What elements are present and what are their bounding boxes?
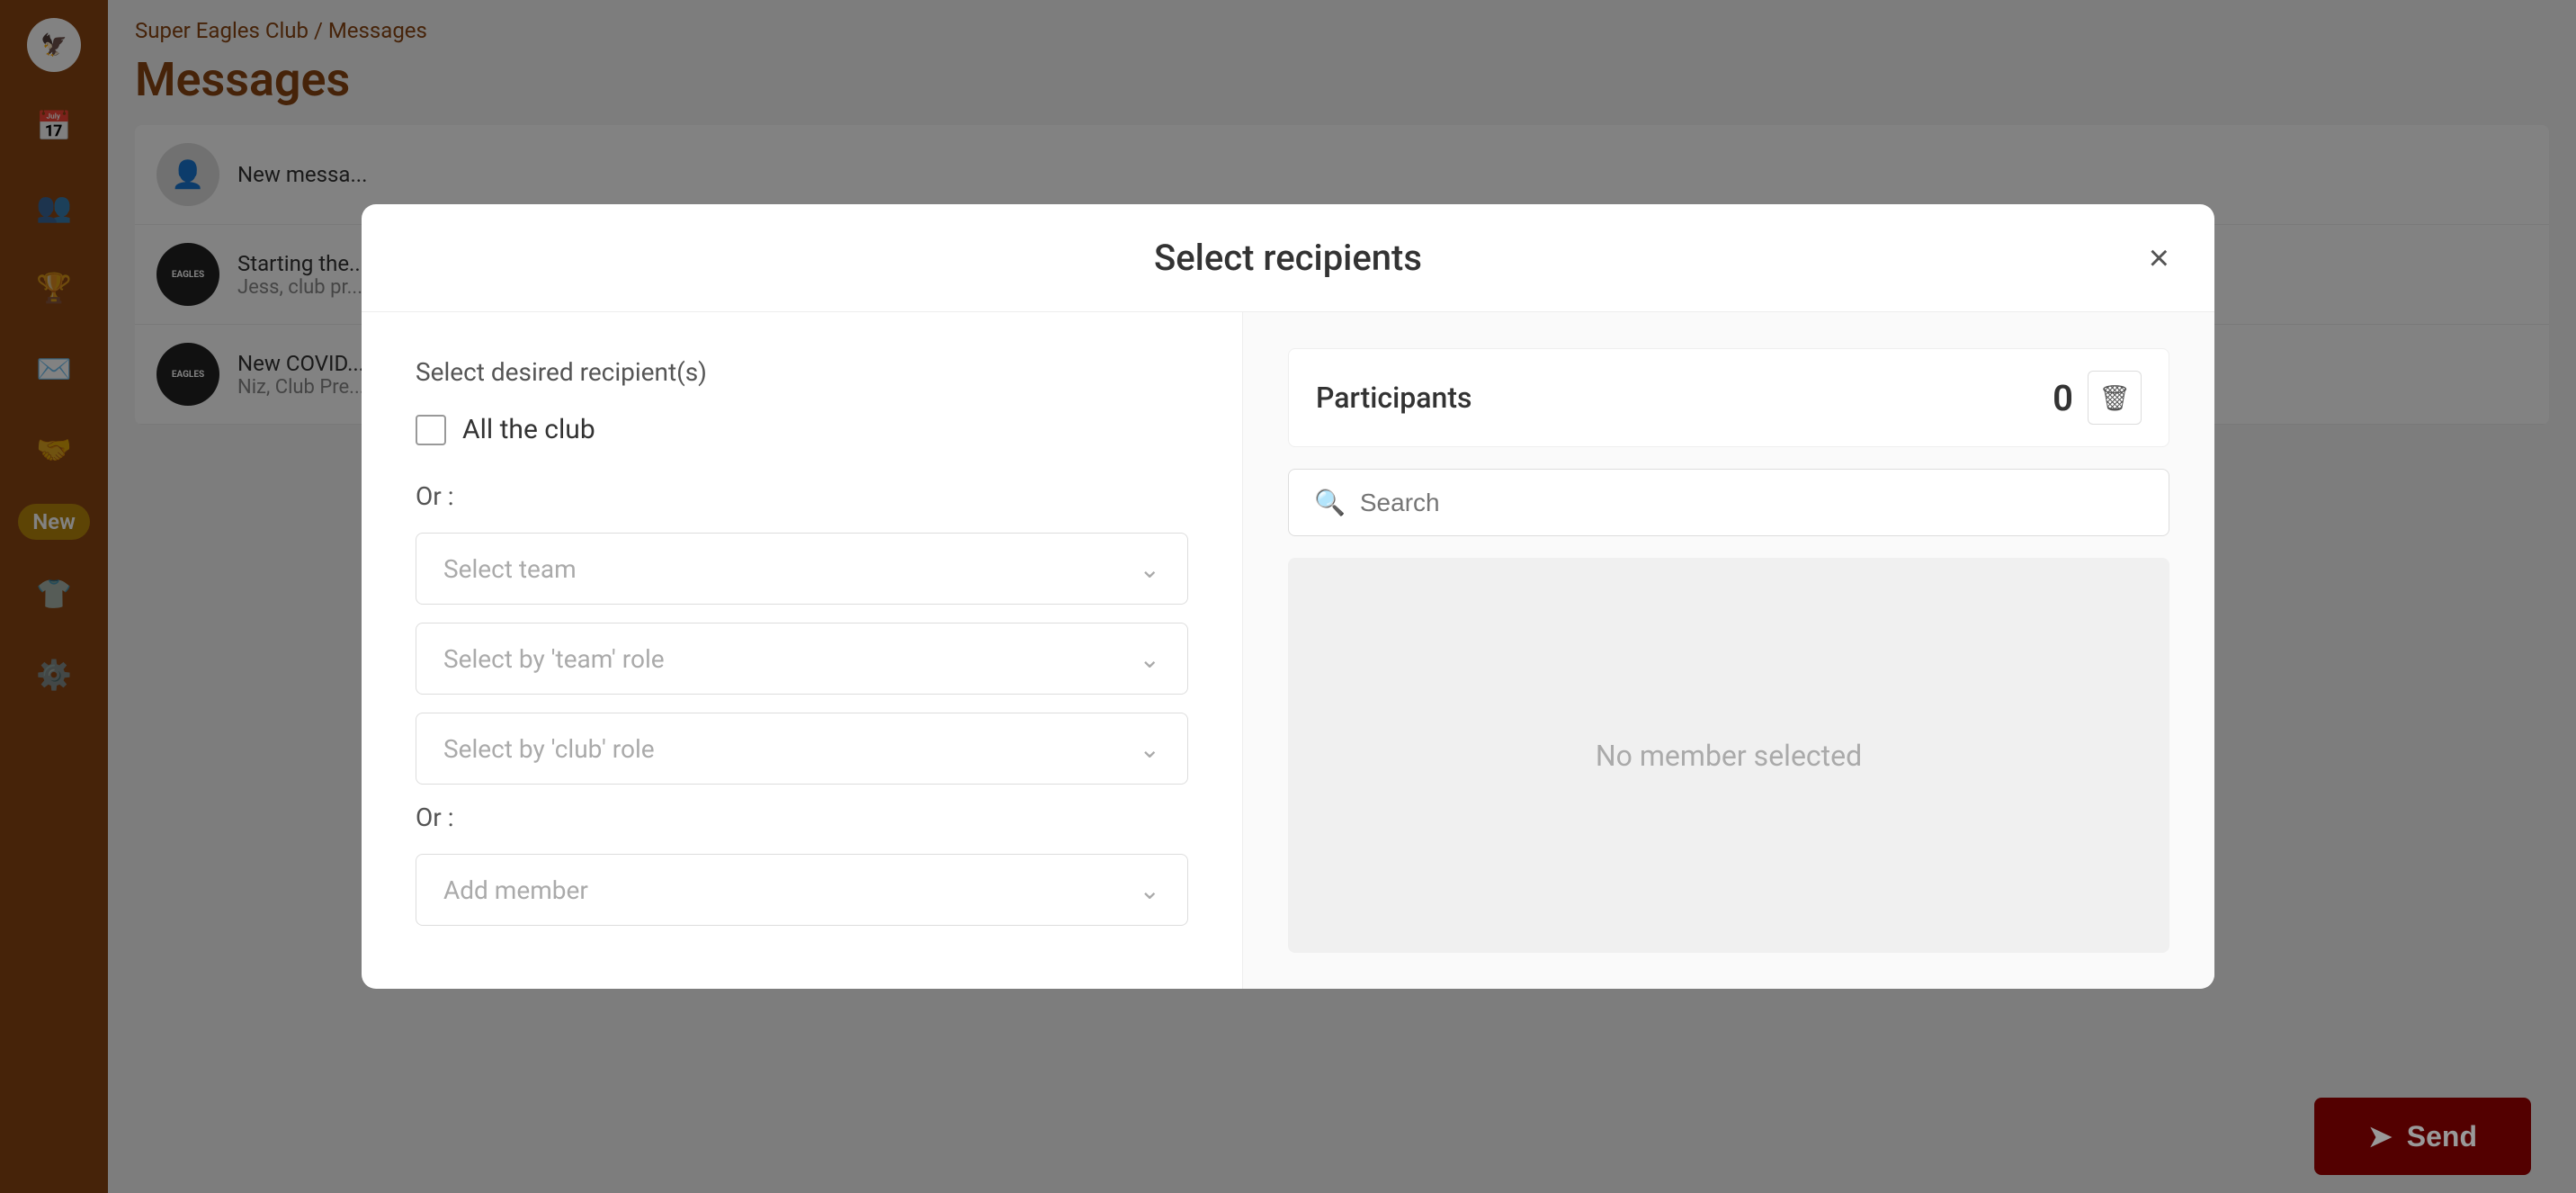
no-member-area: No member selected [1288, 558, 2169, 953]
no-member-text: No member selected [1596, 739, 1862, 773]
search-box: 🔍 [1288, 469, 2169, 536]
select-team-role-placeholder: Select by 'team' role [443, 644, 665, 674]
chevron-down-icon: ⌄ [1140, 734, 1160, 764]
all-club-row: All the club [416, 414, 1188, 445]
select-team-role-dropdown[interactable]: Select by 'team' role ⌄ [416, 623, 1188, 695]
search-icon: 🔍 [1314, 488, 1346, 517]
add-member-dropdown[interactable]: Add member ⌄ [416, 854, 1188, 926]
right-panel: Participants 0 🗑 🔍 No member selected [1243, 312, 2214, 989]
select-club-role-dropdown[interactable]: Select by 'club' role ⌄ [416, 713, 1188, 785]
chevron-down-icon: ⌄ [1140, 644, 1160, 674]
participants-actions: 0 🗑 [2053, 371, 2142, 425]
left-panel: Select desired recipient(s) All the club… [362, 312, 1243, 989]
add-member-placeholder: Add member [443, 875, 588, 905]
select-team-dropdown[interactable]: Select team ⌄ [416, 533, 1188, 605]
select-team-placeholder: Select team [443, 554, 577, 584]
chevron-down-icon: ⌄ [1140, 554, 1160, 584]
clear-participants-button[interactable]: 🗑 [2088, 371, 2142, 425]
modal: Select recipients × Select desired recip… [362, 204, 2214, 989]
select-club-role-placeholder: Select by 'club' role [443, 734, 655, 764]
participants-count: 0 [2053, 377, 2073, 419]
modal-title: Select recipients [1154, 237, 1422, 279]
close-button[interactable]: × [2149, 240, 2169, 276]
chevron-down-icon: ⌄ [1140, 875, 1160, 905]
modal-body: Select desired recipient(s) All the club… [362, 312, 2214, 989]
modal-header: Select recipients × [362, 204, 2214, 312]
modal-overlay: Select recipients × Select desired recip… [0, 0, 2576, 1193]
all-club-label: All the club [462, 414, 595, 445]
or-label-1: Or : [416, 481, 1188, 511]
participants-label: Participants [1316, 381, 1471, 415]
participants-header: Participants 0 🗑 [1288, 348, 2169, 447]
section-label: Select desired recipient(s) [416, 357, 1188, 387]
search-input[interactable] [1360, 489, 2143, 517]
all-club-checkbox[interactable] [416, 415, 446, 445]
or-label-2: Or : [416, 803, 1188, 832]
